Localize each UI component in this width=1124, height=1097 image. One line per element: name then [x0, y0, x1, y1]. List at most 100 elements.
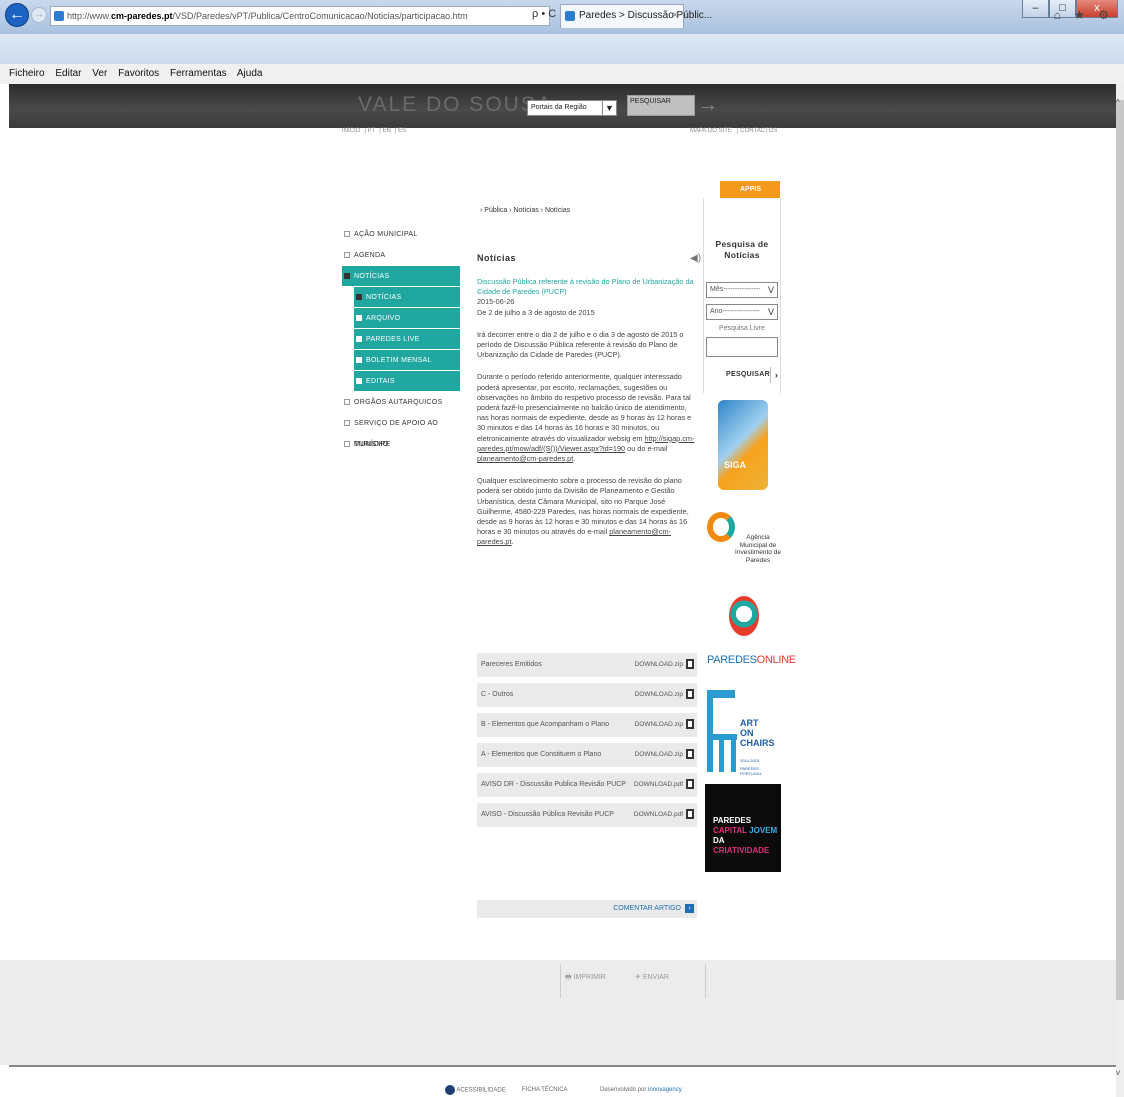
search-arrow-icon[interactable]: →: [698, 94, 718, 117]
scroll-up-icon[interactable]: ^: [1116, 98, 1120, 107]
chair-icon: [707, 690, 713, 772]
address-bar[interactable]: http://www.cm-paredes.pt/VSD/Paredes/vPT…: [50, 6, 550, 26]
paredes-online-banner[interactable]: PAREDESONLINE: [707, 594, 796, 674]
site-header: VALE DO SOUSA Portais da Região ▼ PESQUI…: [9, 84, 1116, 128]
menu-ajuda[interactable]: Ajuda: [237, 68, 263, 79]
download-link[interactable]: DOWNLOAD.zip: [635, 743, 683, 767]
paredes-online-label: PAREDESONLINE: [707, 654, 796, 666]
minus-box-icon: [344, 273, 350, 279]
file-icon[interactable]: [686, 749, 694, 759]
link-inicio[interactable]: INÍCIO: [342, 128, 360, 134]
amip-label: Agência Municipal de Investimento de Par…: [735, 534, 781, 564]
sidebar-subitem-noticias[interactable]: NOTÍCIAS: [354, 287, 460, 308]
download-link[interactable]: DOWNLOAD.zip: [635, 683, 683, 707]
chevron-right-icon: ›: [770, 367, 782, 383]
download-link[interactable]: DOWNLOAD.zip: [635, 713, 683, 737]
dev-prefix: Desenvolvido por: [600, 1087, 649, 1093]
menu-ficheiro[interactable]: Ficheiro: [9, 68, 45, 79]
scroll-down-icon[interactable]: v: [1116, 1068, 1120, 1077]
month-select[interactable]: Mês---------------- V: [706, 282, 778, 298]
url-prefix: http://www.: [67, 11, 112, 21]
send-label: ENVIAR: [642, 974, 669, 981]
bullet-icon: [356, 294, 362, 300]
browser-tab[interactable]: Paredes > Discussão Públic... ×: [560, 4, 712, 28]
developer-link[interactable]: innovagency: [648, 1087, 682, 1093]
send-button[interactable]: ✈ ENVIAR: [635, 973, 669, 981]
accessibility-link[interactable]: ACESSIBILIDADE: [445, 1085, 506, 1095]
sidebar-subitem-editais[interactable]: EDITAIS: [354, 371, 460, 392]
link-contactos[interactable]: CONTACTOS: [740, 128, 777, 134]
lang-es[interactable]: ES: [398, 128, 406, 134]
bullet-icon: [356, 336, 362, 342]
file-icon[interactable]: [686, 779, 694, 789]
menu-ferramentas[interactable]: Ferramentas: [170, 68, 227, 79]
download-link[interactable]: DOWNLOAD.zip: [635, 653, 683, 677]
menu-ver[interactable]: Ver: [92, 68, 107, 79]
year-select[interactable]: Ano---------------- V: [706, 304, 778, 320]
sidebar-item-label: AGENDA: [354, 252, 386, 259]
sidebar-menu: AÇÃO MUNICIPAL AGENDA NOTÍCIAS NOTÍCIAS …: [342, 224, 460, 455]
comment-article-button[interactable]: COMENTAR ARTIGO ›: [477, 900, 697, 918]
sidebar-subitem-boletim-mensal[interactable]: BOLETIM MENSAL: [354, 350, 460, 371]
breadcrumb[interactable]: › Pública › Notícias › Notícias: [480, 207, 570, 214]
header-search-input[interactable]: PESQUISAR: [627, 95, 695, 116]
link-mapa-do-site[interactable]: MAPA DO SITE: [690, 128, 732, 134]
sidebar-item-noticias[interactable]: NOTÍCIAS: [342, 266, 460, 287]
free-search-input[interactable]: [706, 337, 778, 357]
appis-tab[interactable]: APPIS: [720, 181, 780, 198]
sidebar-subitem-paredes-live[interactable]: PAREDES LIVE: [354, 329, 460, 350]
sidebar-item-servico-apoio[interactable]: SERVIÇO DE APOIO AO MUNÍCIPE: [342, 413, 460, 448]
paragraph-text: .: [511, 537, 514, 547]
chevron-down-icon: ▼: [602, 101, 616, 115]
ficha-tecnica-link[interactable]: FICHA TÉCNICA: [522, 1087, 568, 1093]
amip-banner[interactable]: Agência Municipal de Investimento de Par…: [706, 510, 781, 564]
site-logo[interactable]: VALE DO SOUSA: [358, 93, 553, 117]
file-icon[interactable]: [686, 719, 694, 729]
paredes-capital-jovem-banner[interactable]: PAREDES CAPITAL JOVEM DA CRIATIVIDADE: [705, 784, 781, 872]
portal-select[interactable]: Portais da Região ▼: [527, 100, 617, 116]
site-favicon-icon: [54, 11, 64, 21]
article-date: 2015-06-26: [477, 297, 515, 307]
menu-editar[interactable]: Editar: [55, 68, 81, 79]
sidebar-item-acao-municipal[interactable]: AÇÃO MUNICIPAL: [342, 224, 460, 245]
lang-pt[interactable]: PT: [368, 128, 376, 134]
download-link[interactable]: DOWNLOAD.pdf: [634, 803, 683, 827]
chair-icon: [719, 740, 724, 772]
article-title[interactable]: Discussão Pública referente à revisão do…: [477, 277, 699, 297]
sidebar-item-agenda[interactable]: AGENDA: [342, 245, 460, 266]
download-link[interactable]: DOWNLOAD.pdf: [634, 773, 683, 797]
browser-navbar: [0, 34, 1124, 64]
download-row: C - Outros DOWNLOAD.zip: [477, 683, 697, 707]
pcj-word: CRIATIVIDADE: [713, 846, 770, 855]
plus-box-icon: [344, 252, 350, 258]
tab-close-icon[interactable]: ×: [672, 5, 678, 27]
news-search-button[interactable]: PESQUISAR ›: [726, 366, 778, 384]
send-icon: ✈: [635, 974, 641, 981]
file-icon[interactable]: [686, 689, 694, 699]
lang-en[interactable]: EN: [382, 128, 390, 134]
art-on-chairs-banner[interactable]: ART ON CHAIRS 2014-2015 PAREDES . PORTUG…: [705, 690, 780, 776]
bullet-icon: [356, 378, 362, 384]
menu-favoritos[interactable]: Favoritos: [118, 68, 159, 79]
download-row: AVISO - Discussão Pública Revisão PUCP DO…: [477, 803, 697, 827]
file-icon[interactable]: [686, 809, 694, 819]
browser-toolbar-icons[interactable]: ⌂ ★ ⚙: [1054, 8, 1114, 22]
minimize-button[interactable]: –: [1022, 0, 1049, 18]
sidebar-subitem-arquivo[interactable]: ARQUIVO: [354, 308, 460, 329]
file-icon[interactable]: [686, 659, 694, 669]
address-search-refresh-icon[interactable]: ρ • C: [532, 8, 556, 20]
speaker-icon[interactable]: ◀): [690, 253, 701, 264]
chevron-down-icon: V: [767, 307, 774, 317]
sidebar-item-label: BOLETIM MENSAL: [366, 357, 432, 364]
siga-banner[interactable]: SIGA: [718, 400, 768, 490]
sidebar-item-orgaos-autarquicos[interactable]: ORGÃOS AUTARQUICOS: [342, 392, 460, 413]
print-button[interactable]: 🖶 IMPRIMIR: [565, 973, 606, 984]
forward-button[interactable]: →: [31, 7, 47, 23]
sidebar-item-turismo[interactable]: TURISMO: [342, 434, 460, 455]
comment-label: COMENTAR ARTIGO: [613, 905, 681, 912]
email-link[interactable]: planeamento@cm-paredes.pt: [477, 454, 573, 463]
scrollbar-thumb[interactable]: [1116, 100, 1124, 1000]
sidebar-item-label: ORGÃOS AUTARQUICOS: [354, 399, 443, 406]
back-button[interactable]: ←: [5, 3, 29, 27]
amip-logo-icon: [707, 512, 735, 542]
